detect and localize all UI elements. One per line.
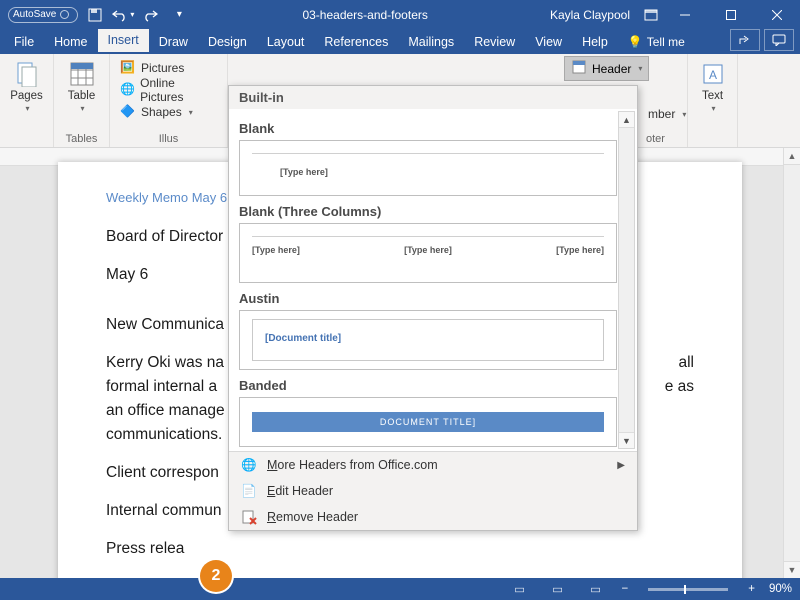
template-blank[interactable]: [Type here] [239, 140, 617, 196]
template-label-austin: Austin [239, 291, 617, 306]
read-mode-view[interactable]: ▭ [508, 581, 532, 597]
shapes-button[interactable]: 🔷Shapes▾ [118, 102, 219, 122]
template-blank-three-columns[interactable]: [Type here] [Type here] [Type here] [239, 223, 617, 283]
table-button[interactable]: Table ▾ [62, 58, 101, 115]
edit-header[interactable]: 📄 Edit Header [229, 478, 637, 504]
more-headers-office[interactable]: 🌐 More Headers from Office.com ▶ [229, 452, 637, 478]
header-icon [571, 59, 587, 78]
shapes-icon: 🔷 [120, 104, 136, 120]
template-label-banded: Banded [239, 378, 617, 393]
pages-group-label [8, 143, 45, 145]
lightbulb-icon: 💡 [628, 35, 643, 49]
pictures-button[interactable]: 🖼️Pictures [118, 58, 219, 78]
undo-button[interactable]: ▾ [112, 4, 134, 26]
illustrations-group-label: Illus [118, 131, 219, 145]
tab-review[interactable]: Review [464, 31, 525, 54]
globe-icon: 🌐 [241, 457, 257, 473]
close-button[interactable] [754, 0, 800, 29]
status-bar: ▭ ▭ ▭ − + 90% [0, 578, 800, 600]
svg-text:A: A [709, 68, 717, 82]
gallery-section-builtin: Built-in [229, 86, 637, 109]
tab-draw[interactable]: Draw [149, 31, 198, 54]
tab-home[interactable]: Home [44, 31, 97, 54]
tables-group-label: Tables [62, 131, 101, 145]
online-pictures-button[interactable]: 🌐Online Pictures [118, 80, 219, 100]
gallery-scroll-up-icon[interactable]: ▲ [619, 112, 634, 128]
tab-layout[interactable]: Layout [257, 31, 315, 54]
minimize-button[interactable] [662, 0, 708, 29]
autosave-knob-icon [60, 10, 69, 19]
tell-me-search[interactable]: 💡 Tell me [618, 35, 695, 54]
template-label-blank: Blank [239, 121, 617, 136]
annotation-badge: 2 [200, 560, 232, 592]
qat-customize[interactable]: ▾ [168, 4, 190, 26]
text-box-button[interactable]: A Text ▾ [695, 58, 731, 115]
template-label-blank3: Blank (Three Columns) [239, 204, 617, 219]
remove-header[interactable]: Remove Header [229, 504, 637, 530]
text-box-icon: A [699, 60, 727, 88]
vertical-scrollbar[interactable]: ▲ ▼ [783, 148, 800, 578]
title-bar: AutoSave ▾ ▾ 03-headers-and-footers Kayl… [0, 0, 800, 29]
header-gallery-dropdown: Built-in Blank [Type here] Blank (Three … [228, 85, 638, 531]
gallery-scroll-down-icon[interactable]: ▼ [619, 432, 634, 448]
document-title: 03-headers-and-footers [190, 8, 540, 22]
scroll-down-icon[interactable]: ▼ [784, 561, 800, 578]
zoom-level[interactable]: 90% [769, 583, 792, 595]
remove-header-icon [241, 509, 257, 525]
zoom-out[interactable]: − [622, 583, 629, 595]
save-icon[interactable] [84, 4, 106, 26]
tab-mailings[interactable]: Mailings [398, 31, 464, 54]
scroll-up-icon[interactable]: ▲ [784, 148, 800, 165]
redo-button[interactable] [140, 4, 162, 26]
template-banded[interactable]: DOCUMENT TITLE] [239, 397, 617, 447]
page-number-button[interactable]: mber▾ [646, 104, 688, 124]
online-pictures-icon: 🌐 [120, 82, 135, 98]
tab-help[interactable]: Help [572, 31, 618, 54]
tab-insert[interactable]: Insert [98, 29, 149, 54]
comments-button[interactable] [764, 29, 794, 51]
zoom-slider[interactable] [648, 588, 728, 591]
tab-design[interactable]: Design [198, 31, 257, 54]
user-name[interactable]: Kayla Claypool [540, 8, 640, 22]
tab-view[interactable]: View [525, 31, 572, 54]
zoom-in[interactable]: + [748, 583, 755, 595]
template-austin[interactable]: [Document title] [239, 310, 617, 370]
ribbon-tabs: File Home Insert Draw Design Layout Refe… [0, 29, 800, 54]
gallery-scrollbar[interactable]: ▲ ▼ [618, 111, 635, 449]
submenu-arrow-icon: ▶ [617, 460, 625, 471]
tab-references[interactable]: References [314, 31, 398, 54]
pages-button[interactable]: Pages ▾ [8, 58, 45, 115]
print-layout-view[interactable]: ▭ [546, 581, 570, 597]
web-layout-view[interactable]: ▭ [584, 581, 608, 597]
edit-header-icon: 📄 [241, 483, 257, 499]
tab-file[interactable]: File [4, 31, 44, 54]
maximize-button[interactable] [708, 0, 754, 29]
header-footer-group-label: oter [646, 131, 665, 145]
pages-icon [13, 60, 41, 88]
table-icon [68, 60, 96, 88]
autosave-toggle[interactable]: AutoSave [8, 7, 78, 23]
share-button[interactable] [730, 29, 760, 51]
ribbon-display-options[interactable] [640, 4, 662, 26]
pictures-icon: 🖼️ [120, 60, 136, 76]
